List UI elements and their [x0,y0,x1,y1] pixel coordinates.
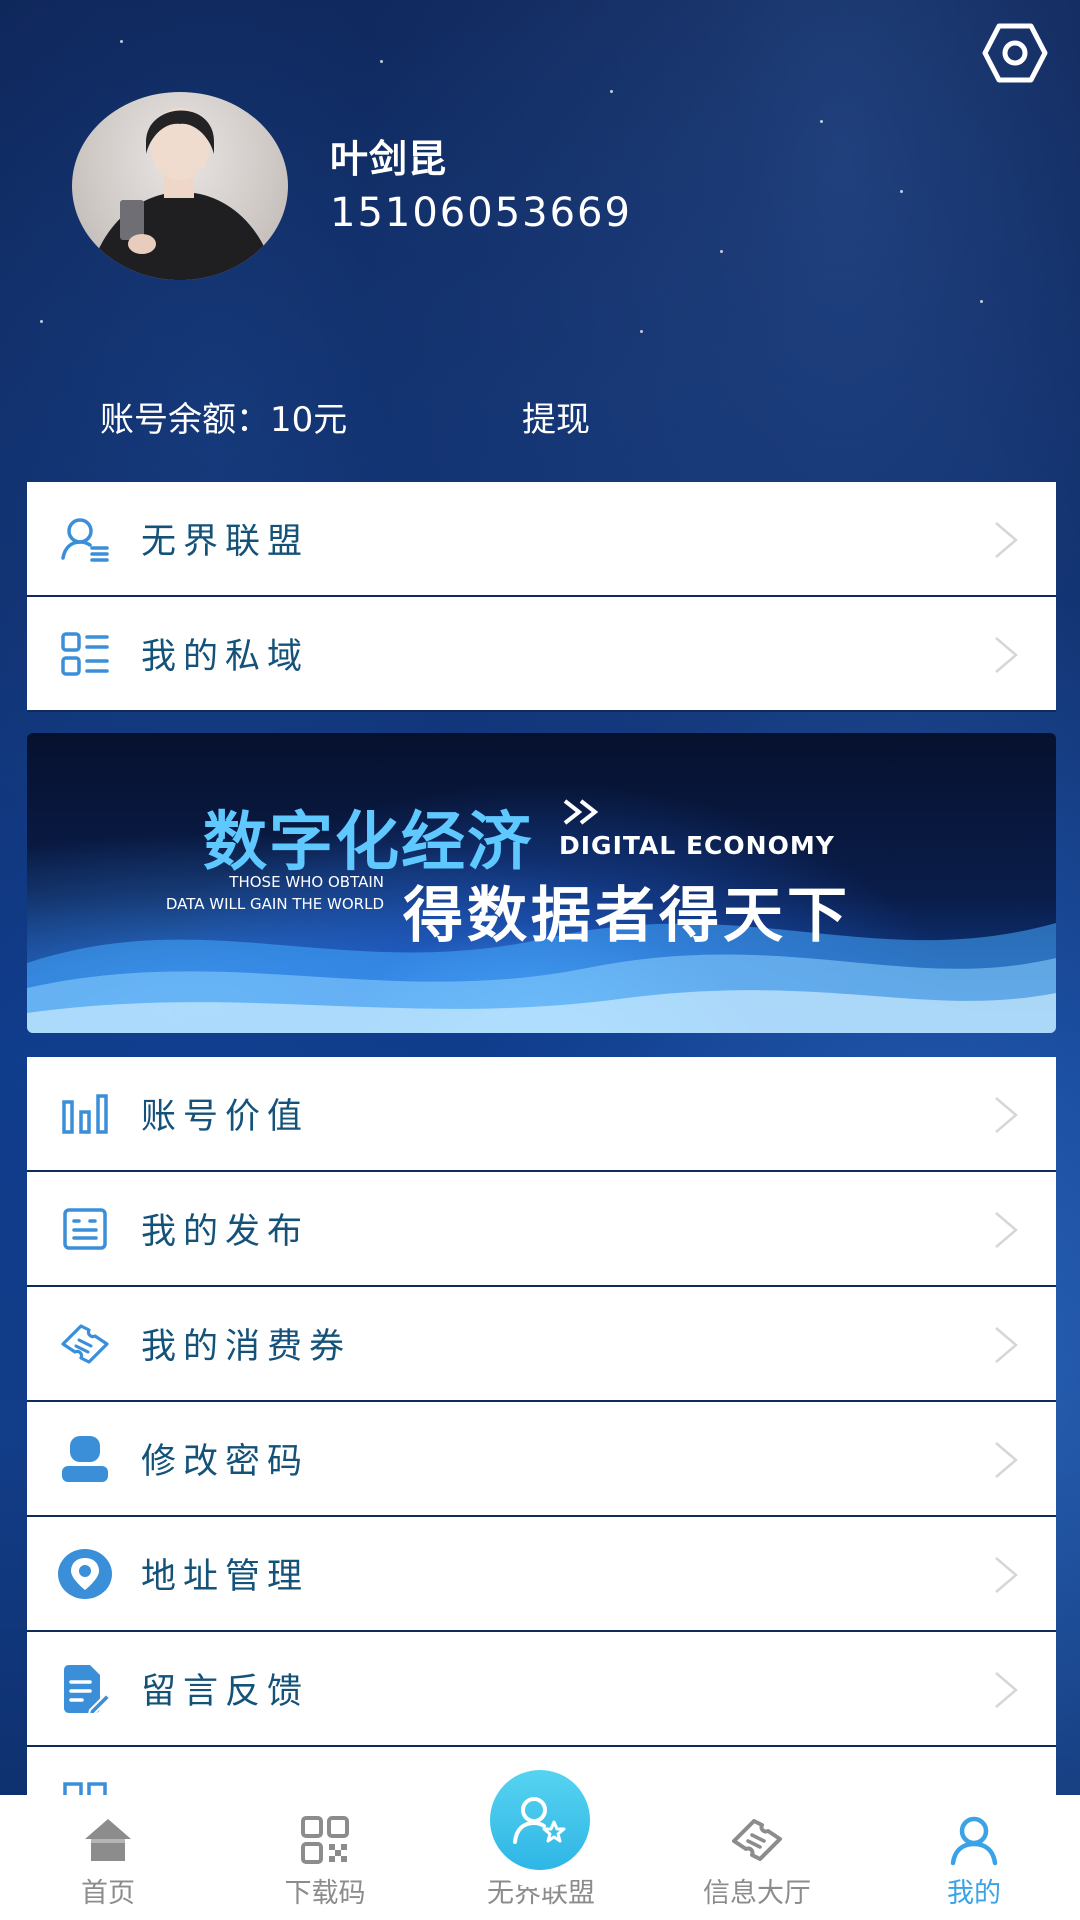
menu-item-account-value[interactable]: 账号价值 [27,1057,1056,1172]
chevron-right-icon [995,522,1018,558]
account-balance: 账号余额：10元 [100,400,348,440]
chevron-right-icon [995,1327,1018,1363]
bar-chart-icon [57,1086,113,1142]
menu-item-private-domain[interactable]: 我的私域 [27,597,1056,712]
avatar[interactable] [72,92,288,280]
tab-home[interactable]: 首页 [8,1795,208,1920]
chevron-right-icon [995,1212,1018,1248]
banner-tagline-zh: 得数据者得天下 [403,881,851,951]
promo-banner[interactable]: 数字化经济 DIGITAL ECONOMY THOSE WHO OBTAIN D… [27,733,1056,1033]
star [720,250,723,253]
star [380,60,383,63]
double-chevron-icon [563,799,599,825]
menu-item-label: 留言反馈 [141,1672,310,1712]
chevron-right-icon [995,637,1018,673]
star [640,330,643,333]
document-icon [57,1201,113,1257]
chevron-right-icon [995,1672,1018,1708]
menu-item-my-posts[interactable]: 我的发布 [27,1172,1056,1287]
withdraw-button[interactable]: 提现 [522,392,590,441]
menu-item-feedback[interactable]: 留言反馈 [27,1632,1056,1747]
person-icon [950,1816,998,1866]
tab-download-code[interactable]: 下载码 [225,1795,425,1920]
settings-icon[interactable] [982,20,1048,86]
alliance-center-button[interactable] [490,1770,590,1870]
star [820,120,823,123]
tab-label: 信息大厅 [703,1878,811,1909]
star [980,300,983,303]
home-icon [85,1819,131,1861]
qr-code-icon [301,1816,349,1864]
star [40,320,43,323]
menu-item-label: 修改密码 [141,1442,310,1482]
banner-tagline-en-2: DATA WILL GAIN THE WORLD [165,895,384,913]
user-name: 叶剑昆 [330,137,448,181]
user-star-icon [513,1797,566,1844]
chevron-right-icon [995,1442,1018,1478]
menu-item-label: 无界联盟 [141,522,310,562]
feedback-icon [57,1661,113,1717]
chevron-right-icon [995,1557,1018,1593]
ticket-icon [57,1316,113,1372]
chevron-right-icon [995,1097,1018,1133]
tab-mine[interactable]: 我的 [874,1795,1074,1920]
menu-item-address[interactable]: 地址管理 [27,1517,1056,1632]
menu-item-change-password[interactable]: 修改密码 [27,1402,1056,1517]
menu-item-label: 地址管理 [141,1557,310,1597]
menu-item-label: 我的私域 [141,637,310,677]
user-list-icon [57,511,113,567]
tab-label: 下载码 [284,1878,366,1909]
menu-item-label: 我的发布 [141,1212,310,1252]
location-icon [57,1546,113,1602]
banner-tagline-en-1: THOSE WHO OBTAIN [229,873,384,891]
star [120,40,123,43]
tab-info-hall[interactable]: 信息大厅 [657,1795,857,1920]
menu-item-alliance[interactable]: 无界联盟 [27,482,1056,597]
menu-item-label: 我的消费券 [141,1327,352,1367]
phone-number: 15106053669 [330,190,632,236]
user-icon [57,1431,113,1487]
banner-title-en: DIGITAL ECONOMY [559,831,835,860]
star [900,190,903,193]
tab-label: 首页 [81,1878,135,1909]
menu-item-label: 账号价值 [141,1097,310,1137]
star [610,90,613,93]
menu-group-top: 无界联盟 我的私域 [27,482,1056,712]
tab-label: 我的 [947,1878,1001,1909]
list-grid-icon [57,626,113,682]
menu-item-coupons[interactable]: 我的消费券 [27,1287,1056,1402]
menu-group-main: 账号价值 我的发布 我的消费券 修改密码 地址管理 留言反馈 [27,1057,1056,1860]
ticket-icon [732,1819,782,1861]
